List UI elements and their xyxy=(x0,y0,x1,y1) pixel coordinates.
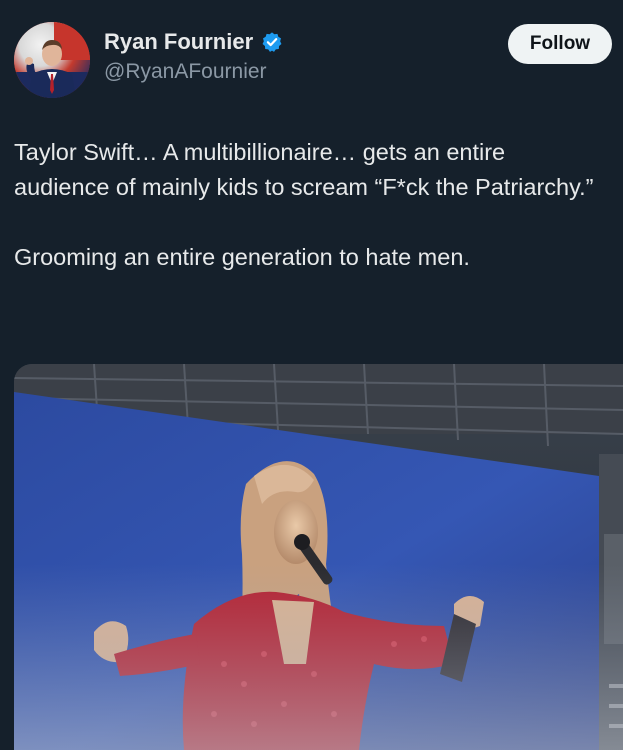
avatar-image xyxy=(14,22,90,98)
tweet-header: Ryan Fournier @RyanAFournier Follow xyxy=(14,20,614,100)
avatar[interactable] xyxy=(14,22,90,98)
tweet-paragraph-1: Taylor Swift… A multibillionaire… gets a… xyxy=(14,139,594,200)
concert-photo xyxy=(14,364,623,750)
author-display-name[interactable]: Ryan Fournier xyxy=(104,28,253,56)
verified-badge-icon xyxy=(261,31,283,53)
tweet-text: Taylor Swift… A multibillionaire… gets a… xyxy=(14,135,604,275)
name-row: Ryan Fournier xyxy=(104,28,283,56)
tweet-media-photo[interactable] xyxy=(14,364,623,750)
author-handle[interactable]: @RyanAFournier xyxy=(104,58,283,86)
tweet-card: Ryan Fournier @RyanAFournier Follow Tayl… xyxy=(0,0,623,750)
author-info: Ryan Fournier @RyanAFournier xyxy=(104,28,283,86)
tweet-paragraph-2: Grooming an entire generation to hate me… xyxy=(14,244,470,270)
follow-button[interactable]: Follow xyxy=(508,24,612,64)
